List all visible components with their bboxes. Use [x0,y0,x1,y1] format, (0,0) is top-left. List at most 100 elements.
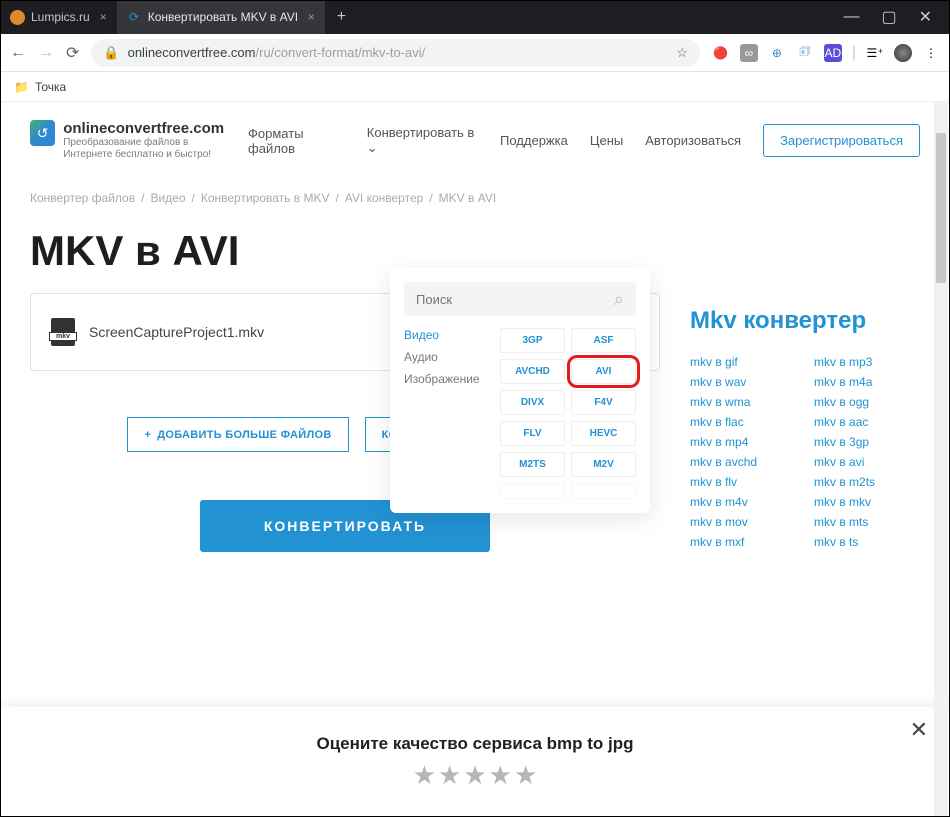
add-files-button[interactable]: + ДОБАВИТЬ БОЛЬШЕ ФАЙЛОВ [127,417,348,452]
signup-button[interactable]: Зарегистрироваться [763,124,920,157]
address-bar: ← → ⟳ 🔒 onlineconvertfree.com/ru/convert… [0,34,950,72]
star-icon[interactable]: ★ [489,760,512,791]
ext-icon[interactable]: ⊕ [768,44,786,62]
format-link[interactable]: mkv в wav [690,375,796,389]
breadcrumb-item[interactable]: MKV в AVI [439,191,497,205]
category-video[interactable]: Видео [404,328,490,342]
star-icon[interactable]: ☆ [676,45,688,61]
breadcrumb-item[interactable]: Видео [150,191,185,205]
breadcrumb-item[interactable]: Конвертировать в MKV [201,191,330,205]
bookmarks-bar: 📁 Точка [0,72,950,102]
nav-login[interactable]: Авторизоваться [645,133,741,148]
extensions-group: 🔴 ∞ ⊕ 🗊 AD | ☰⁺ ⋮ [712,44,940,62]
format-chip[interactable]: FLV [500,421,565,446]
format-chip[interactable]: M2V [571,452,636,477]
rating-banner: Оцените качество сервиса bmp to jpg ★ ★ … [0,707,950,817]
format-chip[interactable]: M2TS [500,452,565,477]
format-link[interactable]: mkv в wma [690,395,796,409]
breadcrumb-item[interactable]: AVI конвертер [345,191,424,205]
format-link[interactable]: mkv в flac [690,415,796,429]
format-link[interactable]: mkv в gif [690,355,796,369]
reading-list-icon[interactable]: ☰⁺ [866,44,884,62]
bookmark-item[interactable]: Точка [35,80,66,94]
format-link[interactable]: mkv в mp3 [814,355,920,369]
forward-icon[interactable]: → [38,44,54,62]
nav-formats[interactable]: Форматы файлов [248,126,345,156]
format-link[interactable]: mkv в avchd [690,455,796,469]
format-link[interactable]: mkv в m4v [690,495,796,509]
format-chip[interactable]: AVCHD [500,359,565,384]
site-logo[interactable]: ↺ onlineconvertfree.com Преобразование ф… [30,120,228,161]
format-link[interactable]: mkv в aac [814,415,920,429]
format-links-grid: mkv в gif mkv в mp3 mkv в wav mkv в m4a … [690,355,920,549]
format-link[interactable]: mkv в mp4 [690,435,796,449]
format-link[interactable]: mkv в mxf [690,535,796,549]
folder-icon: 📁 [14,80,29,94]
ext-icon[interactable]: AD [824,44,842,62]
format-chip[interactable]: HEVC [571,421,636,446]
tab-title: Lumpics.ru [31,10,90,24]
format-link[interactable]: mkv в mov [690,515,796,529]
scrollbar-thumb[interactable] [936,133,946,283]
url-field[interactable]: 🔒 onlineconvertfree.com/ru/convert-forma… [91,39,699,67]
star-icon[interactable]: ★ [413,760,436,791]
favicon-icon: ⟳ [127,10,142,25]
format-chip[interactable] [571,483,636,499]
format-chip[interactable]: 3GP [500,328,565,353]
format-link[interactable]: mkv в mkv [814,495,920,509]
format-link[interactable]: mkv в ogg [814,395,920,409]
format-link[interactable]: mkv в avi [814,455,920,469]
scrollbar[interactable] [934,102,948,817]
browser-tab-0[interactable]: Lumpics.ru × [0,0,117,34]
star-icon[interactable]: ★ [514,760,537,791]
format-link[interactable]: mkv в m4a [814,375,920,389]
sidebar: Mkv конвертер mkv в gif mkv в mp3 mkv в … [690,293,920,549]
minimize-icon[interactable]: — [843,8,859,26]
breadcrumbs: Конвертер файлов / Видео / Конвертироват… [30,165,920,205]
tab-title: Конвертировать MKV в AVI онл [148,10,298,24]
format-search[interactable]: ⌕ [404,282,636,316]
close-icon[interactable]: × [100,10,107,24]
format-link[interactable]: mkv в 3gp [814,435,920,449]
close-window-icon[interactable]: ✕ [919,7,932,27]
ext-icon[interactable]: 🗊 [796,44,814,62]
ext-icon[interactable]: ∞ [740,44,758,62]
format-chip[interactable]: F4V [571,390,636,415]
rating-title: Оцените качество сервиса bmp to jpg [316,734,633,754]
profile-avatar[interactable] [894,44,912,62]
format-chip[interactable]: DIVX [500,390,565,415]
nav-pricing[interactable]: Цены [590,133,623,148]
format-link[interactable]: mkv в m2ts [814,475,920,489]
close-icon[interactable]: × [308,10,315,24]
brand-tagline: Преобразование файлов в Интернете беспла… [63,137,228,161]
nav-convert[interactable]: Конвертировать в ⌄ [367,125,478,156]
back-icon[interactable]: ← [10,44,26,62]
format-chip[interactable]: ASF [571,328,636,353]
maximize-icon[interactable]: ▢ [881,7,896,27]
window-controls: — ▢ ✕ [843,0,950,34]
format-chip-avi[interactable]: AVI [571,359,636,384]
search-input[interactable] [416,292,614,307]
close-icon[interactable]: ✕ [910,717,928,743]
browser-tab-1[interactable]: ⟳ Конвертировать MKV в AVI онл × [117,0,325,34]
format-chip[interactable] [500,483,565,499]
lock-icon: 🔒 [103,45,119,61]
file-name: ScreenCaptureProject1.mkv [89,324,264,340]
brand-name: onlineconvertfree.com [63,120,228,137]
new-tab-button[interactable]: + [325,0,358,34]
category-audio[interactable]: Аудио [404,350,490,364]
ext-icon[interactable]: 🔴 [712,44,730,62]
menu-icon[interactable]: ⋮ [922,44,940,62]
reload-icon[interactable]: ⟳ [66,43,79,63]
format-link[interactable]: mkv в ts [814,535,920,549]
rating-stars[interactable]: ★ ★ ★ ★ ★ [413,760,538,791]
star-icon[interactable]: ★ [463,760,486,791]
format-link[interactable]: mkv в mts [814,515,920,529]
category-image[interactable]: Изображение [404,372,490,386]
browser-titlebar: Lumpics.ru × ⟳ Конвертировать MKV в AVI … [0,0,950,34]
nav-support[interactable]: Поддержка [500,133,568,148]
star-icon[interactable]: ★ [438,760,461,791]
main-nav: Форматы файлов Конвертировать в ⌄ Поддер… [248,124,920,157]
format-link[interactable]: mkv в flv [690,475,796,489]
breadcrumb-item[interactable]: Конвертер файлов [30,191,135,205]
